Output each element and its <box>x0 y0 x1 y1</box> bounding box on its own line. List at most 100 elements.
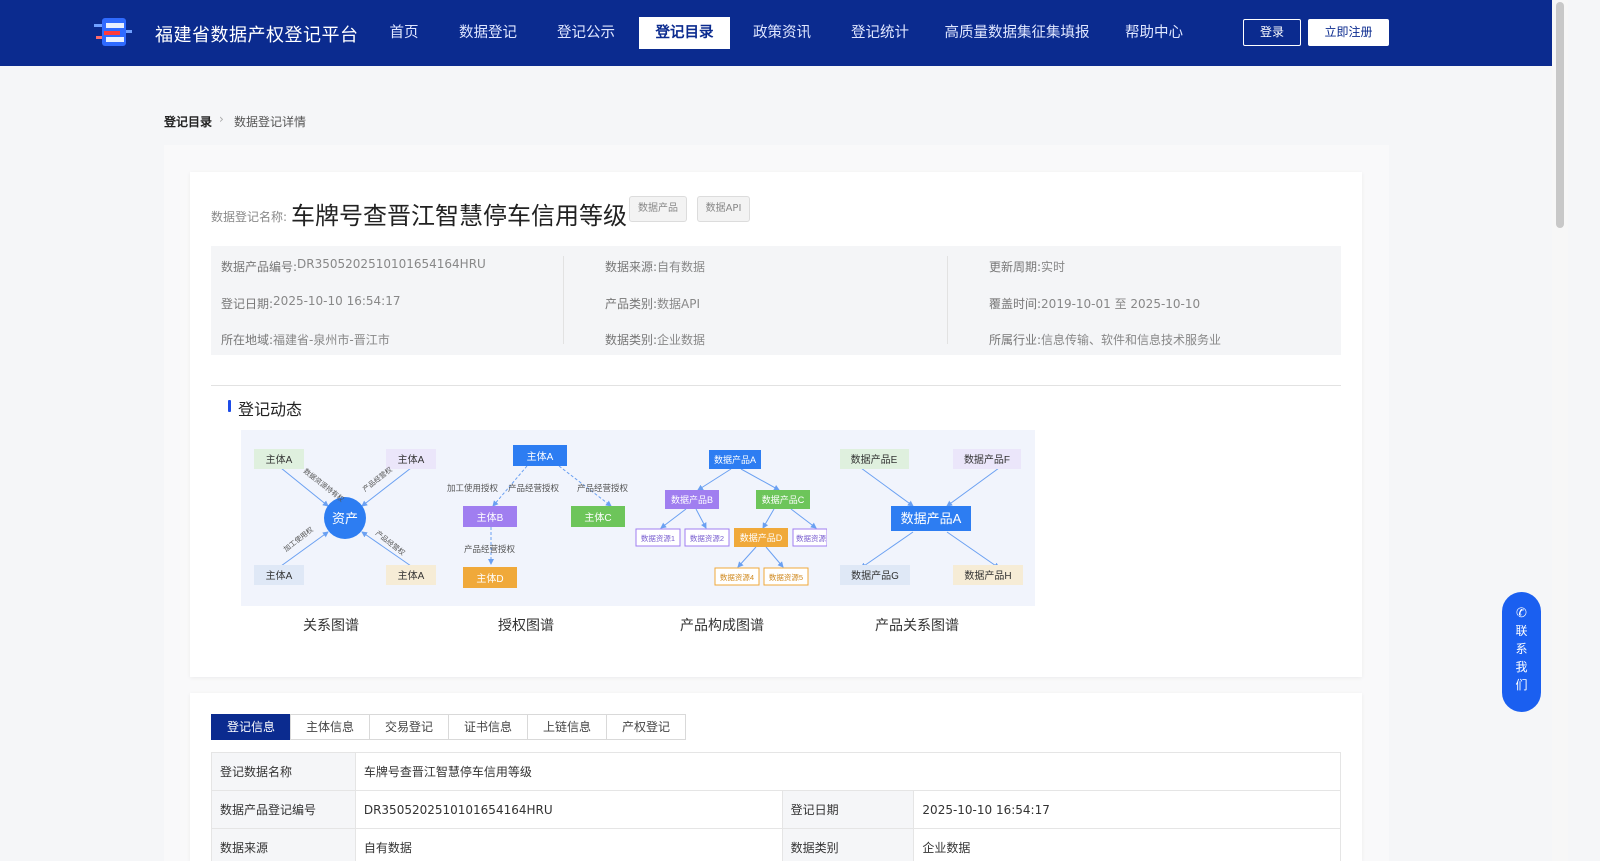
product-relation-node: 数据产品G <box>851 569 899 582</box>
section-title-dynamics: 登记动态 <box>238 400 303 419</box>
table-value: 2025-10-10 16:54:17 <box>913 790 1341 829</box>
table-value: 车牌号查晋江智慧停车信用等级 <box>354 752 1342 791</box>
authorization-edge-label: 产品经营授权 <box>508 483 560 493</box>
field-coverage-time: 覆盖时间:2019-10-01 至 2025-10-10 <box>989 297 1201 311</box>
relation-node: 主体A <box>398 570 425 582</box>
caption-relation-graph[interactable]: 关系图谱 <box>303 615 359 635</box>
nav-registration-stats[interactable]: 登记统计 <box>844 17 916 49</box>
authorization-node: 主体D <box>476 573 503 585</box>
caption-product-relation-graph[interactable]: 产品关系图谱 <box>875 615 959 635</box>
composition-node: 数据产品C <box>762 494 805 505</box>
product-relation-center: 数据产品A <box>901 511 962 526</box>
authorization-edge-label: 产品经营授权 <box>464 544 516 554</box>
table-key: 登记日期 <box>781 790 915 829</box>
nav-policy-news[interactable]: 政策资讯 <box>746 17 818 49</box>
relation-graph: 主体A 主体A 主体A 主体A 资产 数据资源持有权 产品经营权 加工使用权 产… <box>254 449 436 585</box>
composition-node: 数据产品D <box>740 532 783 543</box>
composition-node: 数据产品B <box>671 494 713 505</box>
divider <box>947 256 948 344</box>
authorization-edge-label: 加工使用授权 <box>447 483 499 493</box>
relation-edge-label: 加工使用权 <box>282 525 315 554</box>
composition-node: 数据资源5 <box>769 572 803 582</box>
caption-composition-graph[interactable]: 产品构成图谱 <box>680 615 764 635</box>
registration-graphs-illustration: 主体A 主体A 主体A 主体A 资产 数据资源持有权 产品经营权 加工使用权 产… <box>241 430 1035 606</box>
field-product-number: 数据产品编号:DR3505202510101654164HRU <box>221 257 486 274</box>
table-row: 数据来源 自有数据 数据类别 企业数据 <box>211 828 1341 861</box>
platform-logo-icon[interactable] <box>92 14 136 50</box>
breadcrumb-current: 数据登记详情 <box>234 115 307 129</box>
divider <box>563 256 564 344</box>
caption-authorization-graph[interactable]: 授权图谱 <box>498 615 554 635</box>
field-data-source: 数据来源:自有数据 <box>605 260 706 274</box>
field-region: 所在地域:福建省-泉州市-晋江市 <box>221 333 390 347</box>
table-key: 数据类别 <box>781 828 915 861</box>
tab-subject-info[interactable]: 主体信息 <box>290 714 370 740</box>
tab-transaction-registration[interactable]: 交易登记 <box>369 714 449 740</box>
table-key: 数据来源 <box>211 828 356 861</box>
table-key: 登记数据名称 <box>211 752 356 791</box>
contact-char: 联 <box>1515 624 1528 638</box>
login-button[interactable]: 登录 <box>1243 19 1301 46</box>
nav-home[interactable]: 首页 <box>378 17 430 49</box>
nav-data-registration[interactable]: 数据登记 <box>452 17 524 49</box>
relation-edge-label: 数据资源持有权 <box>302 466 346 503</box>
product-composition-graph: 数据产品A 数据产品B 数据产品C 数据资源1 数据资源2 数据产品D 数据资源… <box>635 450 857 586</box>
tab-chain-info[interactable]: 上链信息 <box>527 714 607 740</box>
chevron-right-icon: › <box>219 112 224 126</box>
nav-registration-catalog[interactable]: 登记目录 <box>639 17 730 49</box>
contact-char: 我 <box>1515 660 1528 674</box>
relation-node: 主体A <box>266 570 293 582</box>
composition-node: 数据资源 <box>796 533 826 543</box>
top-header: 福建省数据产权登记平台 首页 数据登记 登记公示 登记目录 政策资讯 登记统计 … <box>0 0 1552 66</box>
table-row: 数据产品登记编号 DR3505202510101654164HRU 登记日期 2… <box>211 790 1341 829</box>
section-marker <box>228 400 231 412</box>
composition-node: 数据资源1 <box>641 533 675 543</box>
table-key: 数据产品登记编号 <box>211 790 356 829</box>
record-name-label: 数据登记名称: <box>211 210 288 224</box>
scrollbar-thumb[interactable] <box>1556 2 1564 228</box>
composition-node: 数据资源4 <box>720 572 754 582</box>
field-registration-date: 登记日期:2025-10-10 16:54:17 <box>221 294 401 311</box>
product-relation-graph: 数据产品E 数据产品F 数据产品G 数据产品H 数据产品A <box>840 449 1023 585</box>
composition-node: 数据产品A <box>714 454 756 465</box>
relation-center: 资产 <box>332 511 358 526</box>
tab-registration-info[interactable]: 登记信息 <box>211 714 291 740</box>
contact-us-button[interactable]: ✆ 联 系 我 们 <box>1502 592 1541 712</box>
tab-property-registration[interactable]: 产权登记 <box>606 714 686 740</box>
registration-info-table: 登记数据名称 车牌号查晋江智慧停车信用等级 数据产品登记编号 DR3505202… <box>211 752 1342 861</box>
authorization-node: 主体C <box>584 512 611 524</box>
authorization-graph: 主体A 主体B 主体C 主体D 加工使用授权 产品经营授权 产品经营授权 产品经… <box>447 445 629 588</box>
table-value: DR3505202510101654164HRU <box>354 790 783 829</box>
nav-help-center[interactable]: 帮助中心 <box>1118 17 1190 49</box>
field-data-category: 数据类别:企业数据 <box>605 333 706 347</box>
relation-edge-label: 产品经营权 <box>361 465 394 494</box>
nav-registration-public[interactable]: 登记公示 <box>550 17 622 49</box>
composition-node: 数据资源2 <box>690 533 724 543</box>
field-industry: 所属行业:信息传输、软件和信息技术服务业 <box>989 333 1222 347</box>
tag-data-product: 数据产品 <box>629 196 687 222</box>
tag-data-api: 数据API <box>697 196 750 222</box>
tab-certificate-info[interactable]: 证书信息 <box>448 714 528 740</box>
record-title: 车牌号查晋江智慧停车信用等级 <box>291 202 627 230</box>
breadcrumb-root[interactable]: 登记目录 <box>164 113 212 130</box>
field-update-cycle: 更新周期:实时 <box>989 260 1066 274</box>
relation-edge-label: 产品经营权 <box>374 528 407 557</box>
contact-char: 系 <box>1515 642 1528 656</box>
authorization-edge-label: 产品经营授权 <box>577 483 629 493</box>
authorization-node: 主体A <box>527 451 554 463</box>
field-product-category: 产品类别:数据API <box>605 297 701 311</box>
product-relation-node: 数据产品H <box>964 569 1011 582</box>
table-value: 自有数据 <box>354 828 783 861</box>
site-name[interactable]: 福建省数据产权登记平台 <box>155 21 359 47</box>
product-relation-node: 数据产品F <box>964 453 1010 466</box>
section-divider <box>211 385 1341 386</box>
product-relation-node: 数据产品E <box>851 453 898 466</box>
contact-char: 们 <box>1515 678 1528 692</box>
relation-node: 主体A <box>266 454 293 466</box>
authorization-node: 主体B <box>477 512 504 524</box>
table-row: 登记数据名称 车牌号查晋江智慧停车信用等级 <box>211 752 1342 791</box>
register-button[interactable]: 立即注册 <box>1308 19 1389 46</box>
phone-icon: ✆ <box>1516 606 1527 621</box>
relation-node: 主体A <box>398 454 425 466</box>
nav-dataset-collection[interactable]: 高质量数据集征集填报 <box>942 17 1092 49</box>
